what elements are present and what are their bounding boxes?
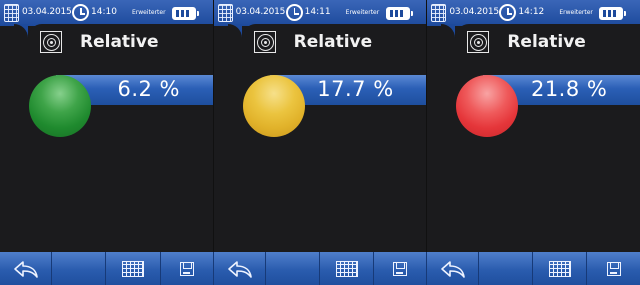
table-button[interactable] bbox=[320, 252, 374, 285]
screens: 03.04.2015 14:10 Erweiterter Relative 6.… bbox=[0, 0, 640, 285]
status-time: 14:11 bbox=[304, 7, 331, 17]
measurement-label: Relative bbox=[293, 32, 373, 52]
measurement-label: Relative bbox=[507, 32, 586, 52]
status-date: 03.04.2015 bbox=[22, 7, 72, 17]
measurement-value: 6.2 % bbox=[117, 77, 180, 101]
save-disk-icon bbox=[393, 261, 407, 276]
save-button[interactable] bbox=[161, 252, 214, 285]
status-mode: Erweiterter bbox=[559, 9, 593, 16]
calendar-icon[interactable] bbox=[431, 4, 447, 22]
status-date: 03.04.2015 bbox=[449, 7, 499, 17]
screen-1: 03.04.2015 14:10 Erweiterter Relative 6.… bbox=[0, 0, 213, 285]
bottom-toolbar bbox=[0, 252, 640, 285]
clock-icon[interactable] bbox=[72, 4, 89, 21]
status-date: 03.04.2015 bbox=[235, 7, 286, 17]
relative-target-icon bbox=[40, 31, 62, 53]
relative-target-icon bbox=[467, 31, 490, 53]
status-bar: 03.04.2015 14:11 Erweiterter bbox=[213, 0, 427, 26]
table-button[interactable] bbox=[533, 252, 587, 285]
back-button[interactable] bbox=[0, 252, 52, 285]
back-arrow-icon bbox=[227, 260, 252, 278]
empty-button[interactable] bbox=[52, 252, 106, 285]
empty-button[interactable] bbox=[266, 252, 320, 285]
battery-icon bbox=[599, 7, 627, 20]
save-disk-icon bbox=[606, 261, 621, 276]
calendar-icon[interactable] bbox=[4, 4, 19, 22]
calendar-icon[interactable] bbox=[217, 4, 233, 22]
table-button[interactable] bbox=[106, 252, 161, 285]
relative-target-icon bbox=[253, 31, 276, 53]
clock-icon[interactable] bbox=[285, 4, 303, 21]
save-button[interactable] bbox=[587, 252, 640, 285]
save-button[interactable] bbox=[374, 252, 427, 285]
measurement-value: 21.8 % bbox=[530, 77, 608, 101]
table-grid-icon bbox=[548, 260, 571, 277]
status-mode: Erweiterter bbox=[132, 9, 166, 16]
status-time: 14:12 bbox=[518, 7, 545, 17]
screen-2: 03.04.2015 14:11 Erweiterter Relative 17… bbox=[212, 0, 427, 285]
empty-button[interactable] bbox=[479, 252, 533, 285]
clock-icon[interactable] bbox=[499, 4, 517, 21]
status-indicator-red bbox=[456, 75, 519, 137]
status-bar: 03.04.2015 14:12 Erweiterter bbox=[427, 0, 640, 26]
status-indicator-green bbox=[29, 75, 91, 137]
battery-icon bbox=[385, 7, 413, 20]
table-grid-icon bbox=[335, 260, 358, 277]
measurement-value: 17.7 % bbox=[317, 77, 394, 101]
tab-shoulder bbox=[227, 24, 242, 38]
screen-3: 03.04.2015 14:12 Erweiterter Relative 21… bbox=[426, 0, 640, 285]
status-mode: Erweiterter bbox=[345, 9, 380, 16]
table-grid-icon bbox=[122, 260, 144, 277]
status-time: 14:10 bbox=[91, 7, 117, 17]
tab-shoulder bbox=[441, 24, 456, 38]
back-arrow-icon bbox=[440, 260, 465, 278]
save-disk-icon bbox=[180, 261, 194, 276]
back-button[interactable] bbox=[427, 252, 479, 285]
tab-shoulder bbox=[14, 24, 28, 38]
back-arrow-icon bbox=[13, 260, 38, 278]
battery-icon bbox=[172, 7, 199, 20]
measurement-label: Relative bbox=[80, 32, 159, 52]
status-bar: 03.04.2015 14:10 Erweiterter bbox=[0, 0, 213, 26]
back-button[interactable] bbox=[214, 252, 266, 285]
status-indicator-yellow bbox=[242, 75, 305, 137]
